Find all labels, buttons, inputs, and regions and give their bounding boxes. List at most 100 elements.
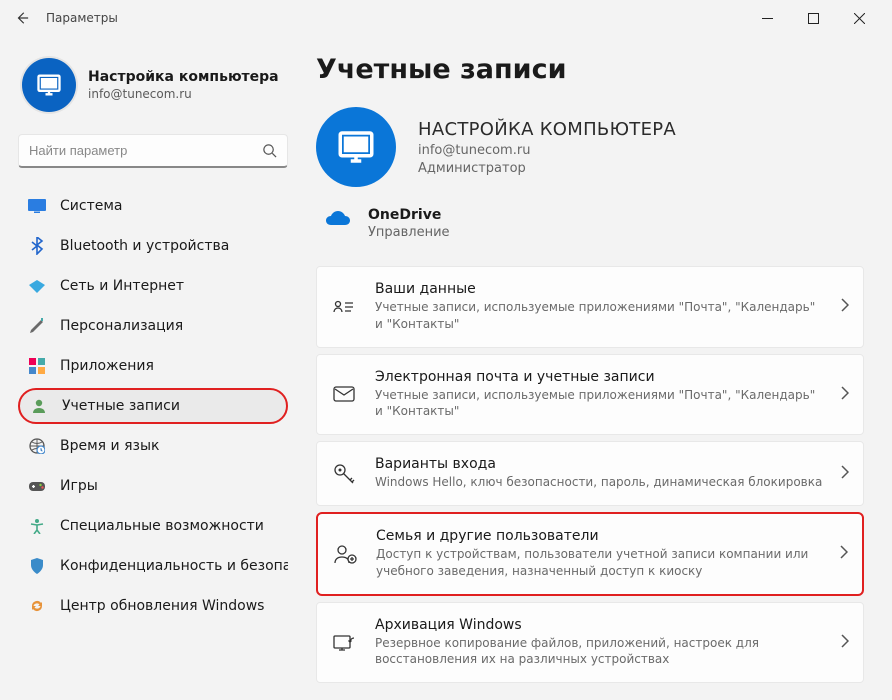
gamepad-icon xyxy=(28,477,46,495)
sidebar-item-label: Система xyxy=(60,198,122,214)
sidebar-item-gaming[interactable]: Игры xyxy=(18,468,288,504)
profile-name: Настройка компьютера xyxy=(88,69,279,85)
sidebar-item-label: Центр обновления Windows xyxy=(60,598,264,614)
nav-list: Система Bluetooth и устройства Сеть и Инте… xyxy=(18,188,288,624)
card-body: Семья и другие пользователи Доступ к устр… xyxy=(376,528,822,580)
card-body: Варианты входа Windows Hello, ключ безопа… xyxy=(375,456,823,491)
content: Настройка компьютера info@tunecom.ru Сис… xyxy=(0,36,892,700)
maximize-button[interactable] xyxy=(790,2,836,34)
card-body: Электронная почта и учетные записи Учетны… xyxy=(375,369,823,421)
card-sub: Учетные записи, используемые приложениям… xyxy=(375,387,823,421)
settings-card-backup[interactable]: Архивация Windows Резервное копирование ф… xyxy=(316,602,864,684)
card-title: Ваши данные xyxy=(375,281,823,297)
sidebar-item-bluetooth[interactable]: Bluetooth и устройства xyxy=(18,228,288,264)
onedrive-icon xyxy=(324,209,352,229)
search-box[interactable] xyxy=(18,134,288,168)
page-title: Учетные записи xyxy=(316,54,864,85)
onedrive-info: OneDrive Управление xyxy=(368,207,450,240)
envelope-icon xyxy=(331,381,357,407)
sidebar-item-label: Персонализация xyxy=(60,318,183,334)
sidebar-item-label: Специальные возможности xyxy=(60,518,264,534)
shield-icon xyxy=(28,557,46,575)
apps-grid-icon xyxy=(28,357,46,375)
account-email: info@tunecom.ru xyxy=(418,143,676,158)
account-role: Администратор xyxy=(418,161,676,176)
sidebar-item-privacy[interactable]: Конфиденциальность и безопас xyxy=(18,548,288,584)
close-icon xyxy=(854,13,865,24)
card-body: Ваши данные Учетные записи, используемые … xyxy=(375,281,823,333)
brush-icon xyxy=(28,317,46,335)
settings-window: Параметры Настройка компьютера info@tune… xyxy=(0,0,892,700)
backup-icon xyxy=(331,629,357,655)
settings-card-your-info[interactable]: Ваши данные Учетные записи, используемые … xyxy=(316,266,864,348)
chevron-right-icon xyxy=(841,633,849,652)
minimize-icon xyxy=(762,13,773,24)
minimize-button[interactable] xyxy=(744,2,790,34)
sidebar-item-update[interactable]: Центр обновления Windows xyxy=(18,588,288,624)
sidebar-item-label: Время и язык xyxy=(60,438,159,454)
back-button[interactable] xyxy=(10,6,34,30)
onedrive-section[interactable]: OneDrive Управление xyxy=(324,207,864,240)
window-title: Параметры xyxy=(46,11,118,25)
card-sub: Windows Hello, ключ безопасности, пароль… xyxy=(375,474,823,491)
settings-card-email-accounts[interactable]: Электронная почта и учетные записи Учетны… xyxy=(316,354,864,436)
chevron-right-icon xyxy=(841,385,849,404)
account-info: НАСТРОЙКА КОМПЬЮТЕРА info@tunecom.ru Адм… xyxy=(418,119,676,176)
window-controls xyxy=(744,2,882,34)
sidebar-item-time[interactable]: Время и язык xyxy=(18,428,288,464)
id-card-icon xyxy=(331,294,357,320)
card-title: Варианты входа xyxy=(375,456,823,472)
close-button[interactable] xyxy=(836,2,882,34)
sidebar-item-accounts[interactable]: Учетные записи xyxy=(18,388,288,424)
sidebar-item-system[interactable]: Система xyxy=(18,188,288,224)
settings-card-signin-options[interactable]: Варианты входа Windows Hello, ключ безопа… xyxy=(316,441,864,506)
accessibility-icon xyxy=(28,517,46,535)
account-avatar xyxy=(316,107,396,187)
cards-list: Ваши данные Учетные записи, используемые … xyxy=(316,266,864,683)
account-name: НАСТРОЙКА КОМПЬЮТЕРА xyxy=(418,119,676,140)
onedrive-title: OneDrive xyxy=(368,207,450,223)
onedrive-sub: Управление xyxy=(368,225,450,240)
sidebar-item-accessibility[interactable]: Специальные возможности xyxy=(18,508,288,544)
search-input[interactable] xyxy=(29,143,262,158)
sidebar-item-apps[interactable]: Приложения xyxy=(18,348,288,384)
card-body: Архивация Windows Резервное копирование ф… xyxy=(375,617,823,669)
chevron-right-icon xyxy=(840,544,848,563)
profile-email: info@tunecom.ru xyxy=(88,87,279,101)
sidebar-item-label: Конфиденциальность и безопас xyxy=(60,558,288,574)
card-sub: Доступ к устройствам, пользователи учетн… xyxy=(376,546,822,580)
sidebar-item-label: Игры xyxy=(60,478,98,494)
chevron-right-icon xyxy=(841,464,849,483)
wifi-diamond-icon xyxy=(28,277,46,295)
monitor-icon xyxy=(335,126,377,168)
bluetooth-icon xyxy=(28,237,46,255)
arrow-left-icon xyxy=(15,11,29,25)
profile-block[interactable]: Настройка компьютера info@tunecom.ru xyxy=(22,58,288,112)
person-icon xyxy=(30,397,48,415)
card-title: Архивация Windows xyxy=(375,617,823,633)
monitor-icon xyxy=(35,71,63,99)
sidebar: Настройка компьютера info@tunecom.ru Сис… xyxy=(0,36,296,700)
sidebar-item-label: Сеть и Интернет xyxy=(60,278,184,294)
globe-clock-icon xyxy=(28,437,46,455)
maximize-icon xyxy=(808,13,819,24)
search-icon xyxy=(262,143,277,158)
display-blue-icon xyxy=(28,197,46,215)
sidebar-item-label: Учетные записи xyxy=(62,398,180,414)
settings-card-family[interactable]: Семья и другие пользователи Доступ к устр… xyxy=(316,512,864,596)
family-icon xyxy=(332,541,358,567)
card-sub: Резервное копирование файлов, приложений… xyxy=(375,635,823,669)
update-icon xyxy=(28,597,46,615)
sidebar-item-personalization[interactable]: Персонализация xyxy=(18,308,288,344)
sidebar-item-label: Приложения xyxy=(60,358,154,374)
sidebar-item-network[interactable]: Сеть и Интернет xyxy=(18,268,288,304)
profile-info: Настройка компьютера info@tunecom.ru xyxy=(88,69,279,101)
card-title: Семья и другие пользователи xyxy=(376,528,822,544)
main-panel: Учетные записи НАСТРОЙКА КОМПЬЮТЕРА info… xyxy=(296,36,892,700)
key-icon xyxy=(331,461,357,487)
avatar xyxy=(22,58,76,112)
sidebar-item-label: Bluetooth и устройства xyxy=(60,238,229,254)
card-sub: Учетные записи, используемые приложениям… xyxy=(375,299,823,333)
account-header: НАСТРОЙКА КОМПЬЮТЕРА info@tunecom.ru Адм… xyxy=(316,107,864,187)
card-title: Электронная почта и учетные записи xyxy=(375,369,823,385)
